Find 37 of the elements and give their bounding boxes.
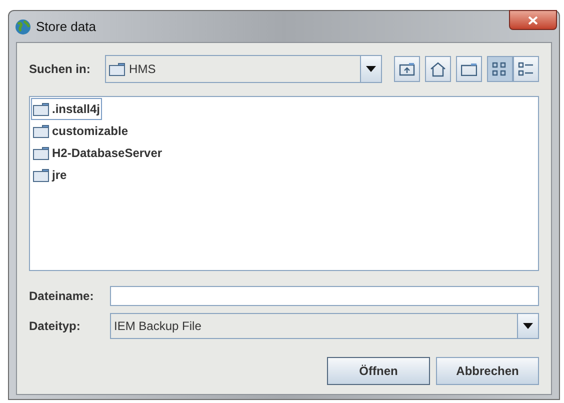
dropdown-value: IEM Backup File <box>114 318 202 335</box>
dropdown-arrow-icon <box>523 323 533 329</box>
file-name-field[interactable] <box>110 286 539 306</box>
folder-icon <box>33 102 49 116</box>
dropdown-arrow-icon <box>366 66 376 72</box>
dropdown-button[interactable] <box>517 314 538 338</box>
list-view-icon <box>492 62 508 76</box>
folder-icon <box>461 62 477 76</box>
dropdown-button[interactable] <box>360 56 381 82</box>
look-in-label: Suchen in: <box>29 61 92 78</box>
folder-icon <box>33 168 49 182</box>
home-icon <box>430 62 446 76</box>
toolbar-button[interactable] <box>456 56 482 82</box>
file-item[interactable]: H2-DatabaseServer <box>31 142 164 164</box>
window-title: Store data <box>36 18 96 36</box>
file-name-label: Dateiname: <box>29 288 95 305</box>
file-type-dropdown[interactable]: IEM Backup File <box>110 313 539 339</box>
details-view-icon <box>518 62 534 76</box>
cancel-button[interactable]: Abbrechen <box>436 357 539 385</box>
file-type-label: Dateityp: <box>29 318 82 335</box>
folder-up-icon <box>399 62 415 76</box>
toolbar-button[interactable] <box>425 56 451 82</box>
look-in-dropdown[interactable]: HMS <box>105 55 382 83</box>
toolbar-button[interactable] <box>394 56 420 82</box>
folder-icon <box>33 146 49 160</box>
close-icon <box>528 16 538 24</box>
toolbar-button[interactable] <box>513 56 539 82</box>
toolbar-button[interactable] <box>487 56 513 82</box>
folder-icon <box>109 62 126 76</box>
open-button[interactable]: Öffnen <box>327 357 430 385</box>
folder-icon <box>33 124 49 138</box>
close-button[interactable] <box>509 10 557 30</box>
dropdown-value: HMS <box>129 61 157 78</box>
file-item[interactable]: .install4j <box>31 98 102 120</box>
globe-icon <box>15 18 31 34</box>
file-item[interactable]: jre <box>31 164 69 186</box>
file-item[interactable]: customizable <box>31 120 130 142</box>
